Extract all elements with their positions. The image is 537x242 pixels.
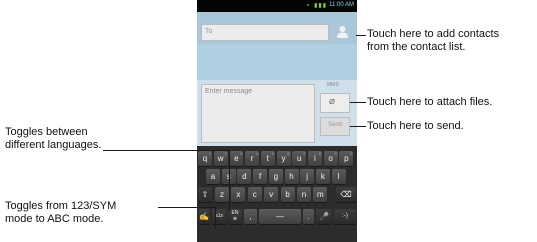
- key-o[interactable]: o9: [323, 151, 338, 166]
- leader-line-send: [350, 126, 366, 127]
- key-t[interactable]: t5: [260, 151, 275, 166]
- key-secondary-label: 1: [208, 151, 211, 156]
- sym-key-label: a1s: [214, 213, 224, 219]
- attach-files-callout: Touch here to attach files.: [367, 96, 493, 108]
- add-contact-button[interactable]: [334, 23, 351, 40]
- key-secondary-label: 4: [255, 151, 259, 156]
- key-secondary-label: 9: [334, 151, 337, 156]
- status-bar: ⚬ ▮▮▮ 11:00 AM: [197, 0, 357, 12]
- key-k[interactable]: k: [315, 169, 330, 184]
- conversation-area: [197, 44, 357, 80]
- key-g[interactable]: g: [268, 169, 283, 184]
- key-m[interactable]: m: [313, 187, 328, 202]
- signal-icons: ⚬ ▮▮▮: [305, 3, 327, 9]
- key-b[interactable]: b: [280, 187, 295, 202]
- key-w[interactable]: w2: [213, 151, 228, 166]
- leader-line-languages-drop: [229, 150, 230, 212]
- languages-callout: Toggles between different languages.: [5, 126, 101, 152]
- key-i[interactable]: i8: [307, 151, 322, 166]
- key-z[interactable]: z: [215, 187, 229, 202]
- key-h[interactable]: h: [284, 169, 299, 184]
- comma-key[interactable]: ,: [244, 209, 257, 224]
- key-n[interactable]: n: [297, 187, 311, 202]
- mms-indicator: MMS: [327, 82, 339, 88]
- key-q[interactable]: q1: [198, 151, 212, 166]
- key-e[interactable]: e3: [229, 151, 244, 166]
- callout-line: Toggles from 123/SYM: [5, 200, 117, 212]
- message-input[interactable]: Enter message: [201, 84, 315, 143]
- backspace-key[interactable]: ⌫: [336, 187, 356, 202]
- send-callout: Touch here to send.: [367, 120, 464, 132]
- mode-callout: Toggles from 123/SYM mode to ABC mode.: [5, 200, 116, 226]
- key-c[interactable]: c: [247, 187, 262, 202]
- leader-line-mode: [158, 207, 215, 208]
- recipient-input[interactable]: To: [201, 24, 329, 41]
- leader-line-contacts: [356, 35, 366, 36]
- key-l[interactable]: l: [331, 169, 346, 184]
- key-secondary-label: 0: [350, 151, 353, 156]
- callout-line: Toggles between: [5, 126, 88, 138]
- keyboard: q1w2e3r4t5y6u7i8o9p0 asdfghjkl ⇧ ⌫ zxcvb…: [197, 146, 357, 242]
- globe-icon: ⊕: [232, 216, 238, 222]
- voice-key[interactable]: 🎤: [316, 209, 332, 224]
- key-y[interactable]: y6: [276, 151, 291, 166]
- leader-line-mode-drop: [215, 207, 216, 229]
- add-contacts-callout: Touch here to add contacts from the cont…: [367, 28, 499, 54]
- send-button[interactable]: Send: [320, 117, 350, 136]
- callout-line: mode to ABC mode.: [5, 213, 104, 225]
- leader-line-languages: [103, 150, 229, 151]
- callout-line: Touch here to add contacts: [367, 28, 500, 40]
- key-p[interactable]: p0: [339, 151, 354, 166]
- send-button-label: Send: [327, 122, 342, 128]
- period-key[interactable]: .: [303, 209, 314, 224]
- key-secondary-label: 7: [302, 151, 306, 156]
- key-f[interactable]: f: [253, 169, 268, 184]
- key-d[interactable]: d: [237, 169, 252, 184]
- person-icon: [337, 26, 348, 38]
- key-v[interactable]: v: [264, 187, 279, 202]
- space-key[interactable]: —: [259, 209, 301, 224]
- key-j[interactable]: j: [300, 169, 315, 184]
- leader-line-attach: [350, 102, 366, 103]
- key-x[interactable]: x: [231, 187, 246, 202]
- key-r[interactable]: r4: [245, 151, 260, 166]
- key-secondary-label: 6: [287, 151, 290, 156]
- key-u[interactable]: u7: [292, 151, 307, 166]
- key-secondary-label: 5: [271, 151, 274, 156]
- microphone-icon: 🎤: [319, 212, 329, 221]
- key-secondary-label: 3: [240, 151, 243, 156]
- callout-line: from the contact list.: [367, 41, 466, 53]
- status-time: 11:00 AM: [329, 2, 354, 8]
- recipient-placeholder: To: [205, 28, 213, 35]
- language-key[interactable]: EN ⊕: [228, 209, 242, 224]
- paperclip-icon: ⌀: [329, 96, 336, 107]
- message-placeholder: Enter message: [205, 88, 253, 95]
- phone-screen: ⚬ ▮▮▮ 11:00 AM To Enter message MMS ⌀ Se…: [197, 0, 357, 242]
- callout-line: different languages.: [5, 139, 102, 151]
- shift-key[interactable]: ⇧: [198, 187, 212, 202]
- attach-button[interactable]: ⌀: [320, 93, 350, 113]
- key-secondary-label: 2: [224, 151, 227, 156]
- key-a[interactable]: a: [206, 169, 220, 184]
- handwriting-key[interactable]: ✍: [198, 209, 210, 224]
- smiley-key[interactable]: :-): [334, 209, 356, 224]
- key-secondary-label: 8: [318, 151, 321, 156]
